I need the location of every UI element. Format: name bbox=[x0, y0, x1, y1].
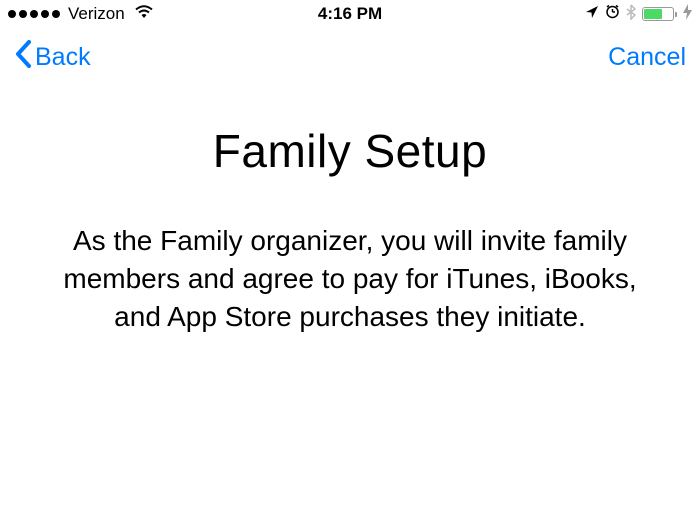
wifi-icon bbox=[134, 4, 154, 24]
back-label: Back bbox=[35, 43, 91, 72]
back-button[interactable]: Back bbox=[14, 39, 91, 76]
alarm-icon bbox=[605, 4, 620, 24]
cancel-button[interactable]: Cancel bbox=[608, 43, 686, 72]
status-time: 4:16 PM bbox=[318, 4, 382, 24]
chevron-left-icon bbox=[14, 39, 32, 76]
navigation-bar: Back Cancel bbox=[0, 28, 700, 86]
status-left: Verizon bbox=[8, 4, 154, 24]
main-content: Family Setup As the Family organizer, yo… bbox=[0, 86, 700, 335]
battery-icon bbox=[642, 7, 677, 21]
signal-strength-icon bbox=[8, 10, 60, 18]
status-right bbox=[585, 4, 692, 25]
carrier-label: Verizon bbox=[68, 4, 125, 24]
bluetooth-icon bbox=[626, 4, 636, 25]
charging-icon bbox=[683, 4, 692, 25]
location-icon bbox=[585, 4, 599, 24]
page-title: Family Setup bbox=[40, 124, 660, 178]
page-description: As the Family organizer, you will invite… bbox=[40, 222, 660, 335]
cancel-label: Cancel bbox=[608, 43, 686, 71]
status-bar: Verizon 4:16 PM bbox=[0, 0, 700, 28]
